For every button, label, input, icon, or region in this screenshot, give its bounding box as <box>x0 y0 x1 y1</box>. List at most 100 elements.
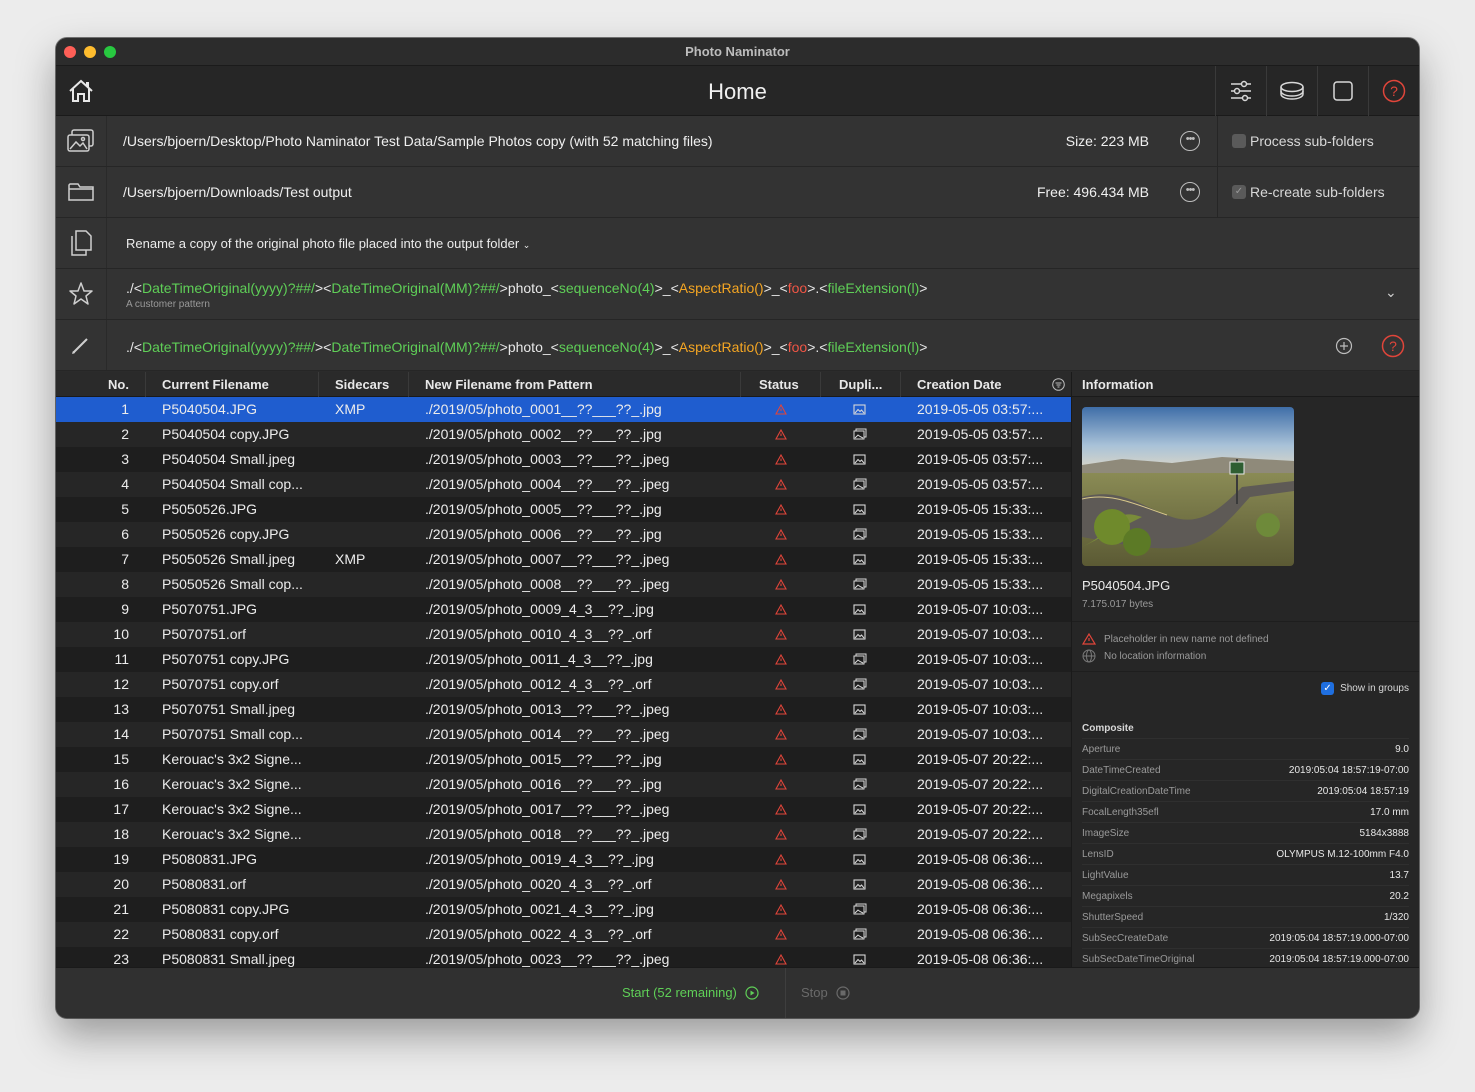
output-path[interactable]: /Users/bjoern/Downloads/Test output <box>123 184 352 200</box>
table-row[interactable]: 12 P5070751 copy.orf ./2019/05/photo_0012_… <box>56 672 1071 697</box>
warning-icon[interactable] <box>775 747 791 772</box>
star-icon[interactable] <box>66 279 96 309</box>
photo-icon[interactable] <box>853 597 869 622</box>
photo-icon[interactable] <box>853 797 869 822</box>
warning-icon[interactable] <box>775 497 791 522</box>
warning-icon[interactable] <box>775 522 791 547</box>
stop-button[interactable]: Stop <box>801 985 850 1000</box>
table-row[interactable]: 8 P5050526 Small cop... ./2019/05/photo_00… <box>56 572 1071 597</box>
source-more-button[interactable]: ••• <box>1180 131 1200 151</box>
warning-icon[interactable] <box>775 647 791 672</box>
warning-icon[interactable] <box>775 922 791 947</box>
duplicate-photos-icon[interactable] <box>853 572 869 597</box>
column-header-creation-date[interactable]: Creation Date <box>901 372 1071 397</box>
photo-icon[interactable] <box>853 622 869 647</box>
table-row[interactable]: 21 P5080831 copy.JPG ./2019/05/photo_0021_… <box>56 897 1071 922</box>
duplicate-photos-icon[interactable] <box>853 472 869 497</box>
mode-dropdown[interactable]: Rename a copy of the original photo file… <box>126 236 530 251</box>
table-row[interactable]: 19 P5080831.JPG ./2019/05/photo_0019_4_3__… <box>56 847 1071 872</box>
table-row[interactable]: 22 P5080831 copy.orf ./2019/05/photo_0022_… <box>56 922 1071 947</box>
chevron-down-icon[interactable]: ⌄ <box>1385 284 1397 301</box>
start-button[interactable]: Start (52 remaining) <box>622 985 759 1000</box>
warning-icon[interactable] <box>775 447 791 472</box>
warning-icon[interactable] <box>775 872 791 897</box>
filter-icon[interactable] <box>1052 378 1065 396</box>
photo-icon[interactable] <box>853 947 869 967</box>
table-row[interactable]: 14 P5070751 Small cop... ./2019/05/photo_0… <box>56 722 1071 747</box>
warning-icon[interactable] <box>775 797 791 822</box>
column-header-current-filename[interactable]: Current Filename <box>146 372 319 397</box>
show-in-groups-checkbox[interactable]: ✓ <box>1321 682 1335 695</box>
show-in-groups-toggle[interactable]: ✓ Show in groups <box>1321 682 1409 695</box>
warning-icon[interactable] <box>775 672 791 697</box>
column-header-no[interactable]: No. <box>56 372 146 397</box>
pattern-preset-text[interactable]: ./<DateTimeOriginal(yyyy)?##/><DateTimeO… <box>126 280 927 296</box>
warning-icon[interactable] <box>775 597 791 622</box>
table-row[interactable]: 5 P5050526.JPG ./2019/05/photo_0005__??___… <box>56 497 1071 522</box>
duplicate-photos-icon[interactable] <box>853 672 869 697</box>
photo-icon[interactable] <box>853 847 869 872</box>
storage-button[interactable] <box>1266 66 1317 116</box>
table-row[interactable]: 1 P5040504.JPG XMP ./2019/05/photo_0001__??… <box>56 397 1071 422</box>
table-row[interactable]: 9 P5070751.JPG ./2019/05/photo_0009_4_3__?… <box>56 597 1071 622</box>
photo-icon[interactable] <box>853 397 869 422</box>
recreate-subfolders-checkbox[interactable]: ✓ <box>1232 185 1246 199</box>
duplicate-photos-icon[interactable] <box>853 522 869 547</box>
column-header-duplicates[interactable]: Dupli... <box>821 372 901 397</box>
duplicate-photos-icon[interactable] <box>853 922 869 947</box>
show-in-groups-label[interactable]: Show in groups <box>1340 683 1409 694</box>
output-more-button[interactable]: ••• <box>1180 182 1200 202</box>
folder-icon[interactable] <box>66 177 96 207</box>
table-row[interactable]: 2 P5040504 copy.JPG ./2019/05/photo_0002__… <box>56 422 1071 447</box>
settings-button[interactable] <box>1215 66 1266 116</box>
column-header-status[interactable]: Status <box>741 372 821 397</box>
duplicate-photos-icon[interactable] <box>853 772 869 797</box>
warning-icon[interactable] <box>775 722 791 747</box>
warning-icon[interactable] <box>775 547 791 572</box>
table-row[interactable]: 4 P5040504 Small cop... ./2019/05/photo_00… <box>56 472 1071 497</box>
warning-icon[interactable] <box>775 897 791 922</box>
warning-icon[interactable] <box>775 472 791 497</box>
pattern-edit-field[interactable]: ./<DateTimeOriginal(yyyy)?##/><DateTimeO… <box>126 339 927 355</box>
add-pattern-button[interactable] <box>1335 337 1353 360</box>
table-row[interactable]: 10 P5070751.orf ./2019/05/photo_0010_4_3__… <box>56 622 1071 647</box>
table-row[interactable]: 20 P5080831.orf ./2019/05/photo_0020_4_3__… <box>56 872 1071 897</box>
warning-icon[interactable] <box>775 772 791 797</box>
duplicate-photos-icon[interactable] <box>853 722 869 747</box>
process-subfolders-checkbox[interactable] <box>1232 134 1246 148</box>
warning-icon[interactable] <box>775 847 791 872</box>
photo-icon[interactable] <box>853 872 869 897</box>
warning-icon[interactable] <box>775 697 791 722</box>
warning-icon[interactable] <box>775 622 791 647</box>
photo-icon[interactable] <box>853 547 869 572</box>
warning-icon[interactable] <box>775 572 791 597</box>
recreate-subfolders-label[interactable]: Re-create sub-folders <box>1250 184 1385 200</box>
table-row[interactable]: 6 P5050526 copy.JPG ./2019/05/photo_0006__… <box>56 522 1071 547</box>
photo-icon[interactable] <box>853 697 869 722</box>
process-subfolders-label[interactable]: Process sub-folders <box>1250 133 1374 149</box>
table-row[interactable]: 7 P5050526 Small.jpeg XMP ./2019/05/photo_0… <box>56 547 1071 572</box>
duplicate-photos-icon[interactable] <box>853 422 869 447</box>
column-header-sidecars[interactable]: Sidecars <box>319 372 409 397</box>
pattern-help-button[interactable]: ? <box>1381 334 1405 363</box>
photo-icon[interactable] <box>853 497 869 522</box>
source-path[interactable]: /Users/bjoern/Desktop/Photo Naminator Te… <box>123 133 713 149</box>
warning-icon[interactable] <box>775 397 791 422</box>
duplicate-photos-icon[interactable] <box>853 822 869 847</box>
warning-icon[interactable] <box>775 822 791 847</box>
photo-icon[interactable] <box>853 747 869 772</box>
photo-icon[interactable] <box>853 447 869 472</box>
warning-icon[interactable] <box>775 947 791 967</box>
table-row[interactable]: 15 Kerouac's 3x2 Signe... ./2019/05/photo_… <box>56 747 1071 772</box>
warning-icon[interactable] <box>775 422 791 447</box>
table-row[interactable]: 16 Kerouac's 3x2 Signe... ./2019/05/photo_… <box>56 772 1071 797</box>
table-row[interactable]: 23 P5080831 Small.jpeg ./2019/05/photo_002… <box>56 947 1071 967</box>
table-row[interactable]: 3 P5040504 Small.jpeg ./2019/05/photo_0003… <box>56 447 1071 472</box>
column-header-new-filename[interactable]: New Filename from Pattern <box>409 372 741 397</box>
photos-icon[interactable] <box>66 126 96 156</box>
duplicate-photos-icon[interactable] <box>853 897 869 922</box>
window-toggle-button[interactable] <box>1317 66 1368 116</box>
table-row[interactable]: 11 P5070751 copy.JPG ./2019/05/photo_0011_… <box>56 647 1071 672</box>
help-button[interactable]: ? <box>1368 66 1419 116</box>
duplicate-photos-icon[interactable] <box>853 647 869 672</box>
